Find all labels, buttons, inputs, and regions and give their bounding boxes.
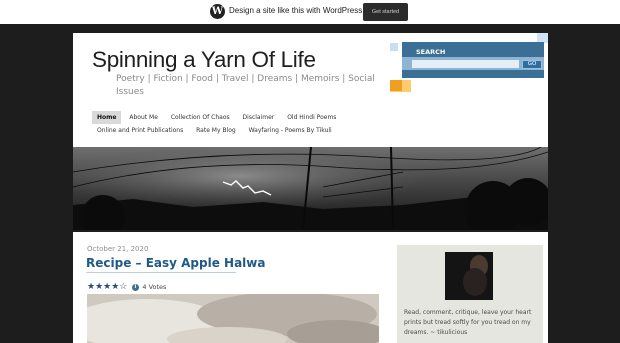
- search-go-button[interactable]: GO: [522, 60, 542, 69]
- main-nav-row-2: Online and Print Publications Rate My Bl…: [92, 124, 338, 137]
- nav-item-rate-my-blog[interactable]: Rate My Blog: [191, 124, 241, 137]
- star-rating-icon[interactable]: ★★★★☆: [87, 281, 127, 291]
- search-label: SEARCH: [416, 48, 446, 56]
- nav-item-disclaimer[interactable]: Disclaimer: [238, 111, 280, 124]
- title-divider: [86, 272, 236, 273]
- sidebar-quote: Read, comment, critique, leave your hear…: [404, 309, 532, 336]
- wordpress-promo-bar: W Design a site like this with WordPress…: [0, 0, 620, 24]
- lightning-sky-image: [73, 147, 548, 230]
- apple-halwa-photo: [87, 294, 379, 343]
- nav-item-about-me[interactable]: About Me: [124, 111, 163, 124]
- post-featured-image[interactable]: [87, 294, 379, 343]
- decorative-square: [390, 80, 402, 91]
- decorative-square: [390, 43, 398, 51]
- search-widget: SEARCH GO: [402, 42, 544, 78]
- nav-item-wayfaring[interactable]: Wayfaring - Poems By Tikuli: [244, 124, 337, 137]
- header-banner-image: [73, 147, 548, 230]
- author-photo-image: [445, 252, 493, 300]
- post-rating: ★★★★☆ i 4 Votes: [87, 281, 166, 292]
- nav-item-old-hindi-poems[interactable]: Old Hindi Poems: [282, 111, 341, 124]
- main-nav-row-1: Home About Me Collection Of Chaos Discla…: [92, 111, 342, 124]
- site-tagline: Poetry | Fiction | Food | Travel | Dream…: [116, 74, 375, 97]
- vote-count: 4 Votes: [142, 283, 167, 291]
- nav-item-collection-of-chaos[interactable]: Collection Of Chaos: [166, 111, 235, 124]
- rating-info-icon[interactable]: i: [131, 284, 139, 291]
- sidebar-widget: Read, comment, critique, leave your hear…: [397, 245, 543, 343]
- site-title[interactable]: Spinning a Yarn Of Life: [92, 47, 316, 73]
- wordpress-logo-icon[interactable]: W: [210, 4, 225, 19]
- post-date[interactable]: October 21, 2020: [87, 245, 148, 253]
- nav-item-publications[interactable]: Online and Print Publications: [92, 124, 188, 137]
- promo-text[interactable]: Design a site like this with WordPress.c…: [229, 6, 380, 15]
- author-photo[interactable]: [445, 252, 493, 300]
- nav-item-home[interactable]: Home: [92, 111, 122, 124]
- search-input[interactable]: [412, 60, 519, 68]
- get-started-button[interactable]: Get started: [363, 3, 408, 21]
- post-title[interactable]: Recipe – Easy Apple Halwa: [86, 256, 265, 270]
